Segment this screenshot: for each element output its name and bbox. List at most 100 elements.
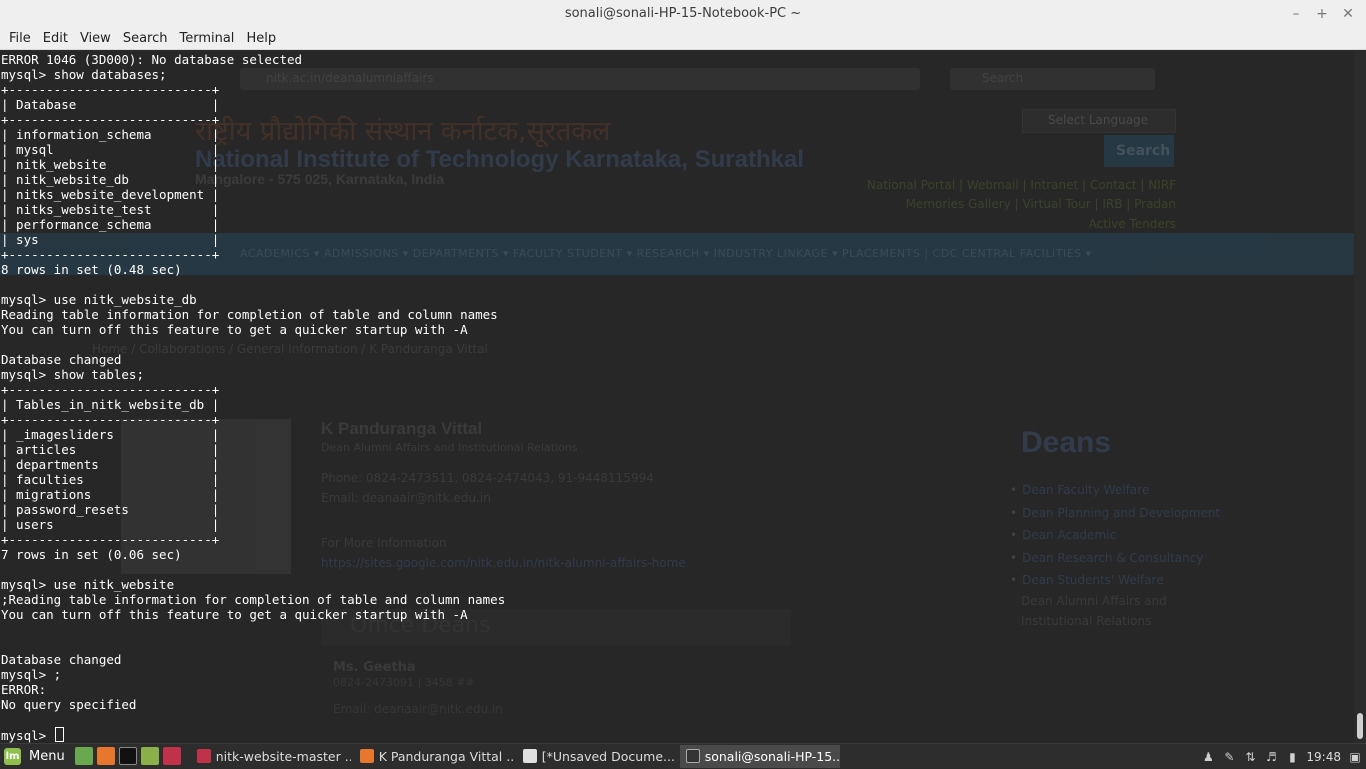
terminal-scrollbar[interactable] [1354, 51, 1366, 743]
terminal-launcher-icon[interactable] [118, 747, 137, 765]
bg-deans-heading: Deans [1021, 426, 1112, 459]
battery-icon[interactable]: ▮ [1285, 750, 1299, 764]
terminal-area[interactable]: nitk.ac.in/deanalumniaffairs Search राष्… [0, 51, 1354, 743]
start-menu-button[interactable]: lm Menu [0, 747, 65, 765]
terminal-prompt: mysql> [1, 728, 54, 743]
terminal-line: Database changed [1, 652, 122, 667]
window-titlebar: sonali@sonali-HP-15-Notebook-PC ~ – + ✕ [0, 0, 1366, 29]
terminal-line: | faculties | [1, 472, 220, 487]
text-cursor [54, 727, 64, 742]
menu-search[interactable]: Search [118, 31, 173, 46]
bg-dean-item: Dean Planning and Development [1010, 502, 1220, 525]
menu-file[interactable]: File [4, 31, 36, 46]
text-editor-icon [522, 749, 537, 763]
taskbar-window-label: nitk-website-master ... [215, 748, 351, 764]
bg-dean-item: Dean Students' Welfare [1010, 569, 1220, 592]
terminal-line: mysql> show databases; [1, 67, 167, 82]
menu-view[interactable]: View [75, 31, 116, 46]
terminal-output: ERROR 1046 (3D000): No database selected… [1, 52, 506, 743]
terminal-line: | mysql | [1, 142, 220, 157]
maximize-button[interactable]: + [1310, 4, 1334, 24]
bg-dean-item: Dean Academic [1010, 524, 1220, 547]
terminal-line: | departments | [1, 457, 220, 472]
taskbar-window-terminal[interactable]: sonali@sonali-HP-15... [679, 744, 840, 768]
terminal-line: +---------------------------+ [1, 412, 220, 427]
terminal-line: | Database | [1, 97, 220, 112]
terminal-line: No query specified [1, 697, 137, 712]
taskbar-window-label: K Panduranga Vittal ... [378, 748, 514, 764]
menu-terminal[interactable]: Terminal [174, 31, 239, 46]
bg-dean-current: Dean Alumni Affairs and Institutional Re… [1021, 594, 1167, 628]
system-tray: ♟ ✎ ⇅ ♬ ▮ 19:48 ▣ [1201, 744, 1362, 769]
terminal-line: +---------------------------+ [1, 82, 220, 97]
taskbar-window-firefox[interactable]: K Panduranga Vittal ... [354, 745, 514, 768]
firefox-icon [359, 749, 374, 763]
terminal-line: | nitks_website_development | [1, 187, 220, 202]
terminal-line: | users | [1, 517, 220, 532]
terminal-line: | nitks_website_test | [1, 202, 220, 217]
terminal-line: +---------------------------+ [1, 382, 220, 397]
user-icon[interactable]: ♟ [1201, 750, 1215, 764]
bg-dean-item: Dean Research & Consultancy [1010, 547, 1220, 570]
terminal-line: mysql> use nitk_website [1, 577, 175, 592]
terminal-line: | information_schema | [1, 127, 220, 142]
terminal-line: ;Reading table information for completio… [1, 592, 506, 607]
terminal-line: | sys | [1, 232, 220, 247]
terminal-line: +---------------------------+ [1, 532, 220, 547]
terminal-line: Database changed [1, 352, 122, 367]
menu-bar: File Edit View Search Terminal Help [0, 28, 1366, 50]
bg-links-row-1: National Portal | Webmail | Intranet | C… [866, 178, 1176, 192]
files-icon[interactable] [140, 747, 159, 765]
terminal-prompt-line[interactable]: mysql> [1, 727, 505, 743]
pen-tool-icon[interactable]: ✎ [1222, 750, 1236, 764]
terminal-line: 8 rows in set (0.48 sec) [1, 262, 182, 277]
start-menu-label: Menu [29, 748, 65, 764]
terminal-line: mysql> use nitk_website_db [1, 292, 197, 307]
bg-search-box [950, 68, 1155, 90]
terminal-line: | articles | [1, 442, 220, 457]
bg-deans-list: Dean Faculty Welfare Dean Planning and D… [1010, 479, 1220, 592]
terminal-line: +---------------------------+ [1, 112, 220, 127]
quick-launch [74, 747, 181, 765]
rubymine-icon[interactable] [162, 747, 181, 765]
rubymine-icon [196, 749, 211, 763]
terminal-line: mysql> show tables; [1, 367, 144, 382]
terminal-line: ERROR: [1, 682, 47, 697]
window-controls: – + ✕ [1284, 4, 1360, 24]
close-button[interactable]: ✕ [1336, 4, 1360, 24]
bg-search-button-label: Search [1116, 143, 1171, 159]
menu-edit[interactable]: Edit [38, 31, 73, 46]
taskbar-window-editor[interactable]: [*Unsaved Docume... [517, 745, 677, 768]
bg-search-text: Search [982, 71, 1024, 85]
terminal-line: +---------------------------+ [1, 247, 220, 262]
minimize-button[interactable]: – [1284, 4, 1308, 24]
bg-links-row-3: Active Tenders [1088, 217, 1176, 231]
firefox-icon[interactable] [96, 747, 115, 765]
taskbar: lm Menu nitk-website-master ... K Pandur… [0, 743, 1366, 768]
terminal-line: | Tables_in_nitk_website_db | [1, 397, 220, 412]
terminal-line: | password_resets | [1, 502, 220, 517]
terminal-line: | nitk_website_db | [1, 172, 220, 187]
terminal-line: | _imagesliders | [1, 427, 220, 442]
taskbar-window-label: [*Unsaved Docume... [541, 748, 675, 764]
scrollbar-thumb[interactable] [1357, 713, 1363, 739]
terminal-line: 7 rows in set (0.06 sec) [1, 547, 182, 562]
window-title: sonali@sonali-HP-15-Notebook-PC ~ [564, 6, 802, 21]
clock[interactable]: 19:48 [1306, 750, 1341, 764]
terminal-line: | performance_schema | [1, 217, 220, 232]
terminal-line: You can turn off this feature to get a q… [1, 607, 468, 622]
terminal-line: | migrations | [1, 487, 220, 502]
bg-language-text: Select Language [1048, 113, 1149, 127]
bg-links-row-2: Memories Gallery | Virtual Tour | IRB | … [905, 197, 1176, 211]
terminal-line: | nitk_website | [1, 157, 220, 172]
show-desktop-icon[interactable] [74, 747, 93, 765]
menu-help[interactable]: Help [241, 31, 281, 46]
volume-icon[interactable]: ♬ [1264, 750, 1278, 764]
notifications-icon[interactable]: ▣ [1348, 750, 1362, 764]
taskbar-window-rubymine[interactable]: nitk-website-master ... [191, 745, 351, 768]
network-icon[interactable]: ⇅ [1243, 750, 1257, 764]
terminal-line: mysql> ; [1, 667, 62, 682]
